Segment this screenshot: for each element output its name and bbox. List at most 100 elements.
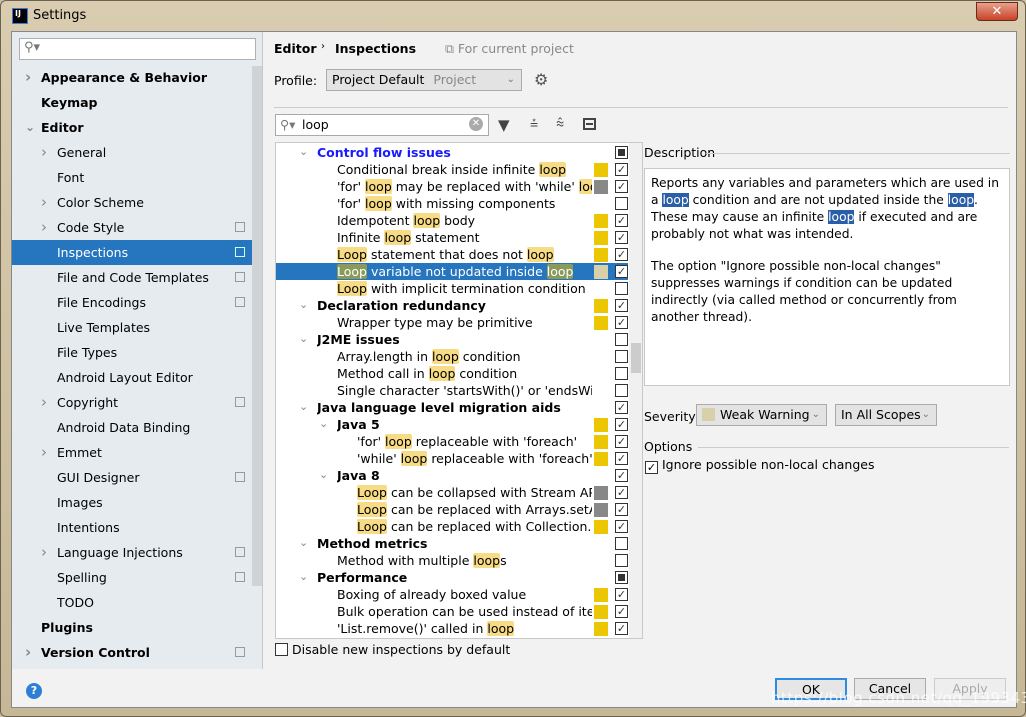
enable-checkbox[interactable]: ✓ xyxy=(615,265,628,278)
chevron-down-icon[interactable]: ⌄ xyxy=(299,398,309,415)
sidebar-item-editor[interactable]: ⌄ Editor xyxy=(12,115,252,140)
tree-row[interactable]: Array.length in loop condition xyxy=(276,348,628,365)
tree-row[interactable]: Loop can be replaced with Collection.re ✓ xyxy=(276,518,628,535)
tree-group-row[interactable]: ⌄ Java 5 ✓ xyxy=(276,416,628,433)
scope-dropdown[interactable]: In All Scopes ⌄ xyxy=(835,404,937,426)
chevron-right-icon[interactable]: › xyxy=(41,190,51,215)
tree-group-row[interactable]: ⌄ Declaration redundancy ✓ xyxy=(276,297,628,314)
tree-row[interactable]: 'for' loop with missing components xyxy=(276,195,628,212)
ignore-nonlocal-checkbox[interactable]: ✓ Ignore possible non-local changes xyxy=(645,457,874,474)
enable-checkbox[interactable]: ✓ xyxy=(615,163,628,176)
tree-row[interactable]: 'for' loop may be replaced with 'while' … xyxy=(276,178,628,195)
enable-checkbox[interactable]: ✓ xyxy=(615,299,628,312)
enable-checkbox[interactable]: ✓ xyxy=(615,231,628,244)
filter-search-input[interactable]: ⚲▾ loop ✕ xyxy=(275,114,489,136)
sidebar-item-todo[interactable]: TODO xyxy=(12,590,252,615)
close-button[interactable]: ✕ xyxy=(976,2,1018,21)
tree-row[interactable]: Loop variable not updated inside loop ✓ xyxy=(276,263,628,280)
enable-checkbox[interactable] xyxy=(615,384,628,397)
sidebar-item-language-injections[interactable]: › Language Injections xyxy=(12,540,252,565)
chevron-right-icon[interactable]: › xyxy=(41,215,51,240)
enable-checkbox[interactable]: ✓ xyxy=(615,316,628,329)
apply-button[interactable]: Apply xyxy=(934,678,1006,700)
sidebar-item-file-types[interactable]: File Types xyxy=(12,340,252,365)
tree-row[interactable]: Method with multiple loops xyxy=(276,552,628,569)
ok-button[interactable]: OK xyxy=(775,678,847,700)
chevron-down-icon[interactable]: ⌄ xyxy=(299,330,309,347)
enable-checkbox[interactable] xyxy=(615,537,628,550)
sidebar-item-general[interactable]: › General xyxy=(12,140,252,165)
tree-row[interactable]: Idempotent loop body ✓ xyxy=(276,212,628,229)
tree-row[interactable]: Bulk operation can be used instead of it… xyxy=(276,603,628,620)
chevron-right-icon[interactable]: › xyxy=(25,65,35,90)
enable-checkbox[interactable] xyxy=(615,571,628,584)
tree-row[interactable]: Loop can be replaced with Arrays.setAll(… xyxy=(276,501,628,518)
sidebar-item-code-style[interactable]: › Code Style xyxy=(12,215,252,240)
enable-checkbox[interactable]: ✓ xyxy=(615,503,628,516)
tree-row[interactable]: 'while' loop replaceable with 'foreach' ✓ xyxy=(276,450,628,467)
profile-dropdown[interactable]: Project Default Project ⌄ xyxy=(326,69,522,91)
chevron-right-icon[interactable]: › xyxy=(41,440,51,465)
severity-dropdown[interactable]: Weak Warning ⌄ xyxy=(696,404,827,426)
help-button[interactable]: ? xyxy=(26,683,42,699)
inspections-tree[interactable]: ⌄ Control flow issues Conditional break in… xyxy=(275,142,643,639)
sidebar-item-appearance-behavior[interactable]: › Appearance & Behavior xyxy=(12,65,252,90)
sidebar-item-live-templates[interactable]: Live Templates xyxy=(12,315,252,340)
sidebar-item-color-scheme[interactable]: › Color Scheme xyxy=(12,190,252,215)
sidebar-item-spelling[interactable]: Spelling xyxy=(12,565,252,590)
chevron-right-icon[interactable]: › xyxy=(41,540,51,565)
disable-new-checkbox[interactable]: Disable new inspections by default xyxy=(275,642,510,657)
tree-group-row[interactable]: ⌄ Java language level migration aids ✓ xyxy=(276,399,628,416)
enable-checkbox[interactable] xyxy=(615,554,628,567)
tree-group-row[interactable]: ⌄ Method metrics xyxy=(276,535,628,552)
filter-icon[interactable]: ▼ xyxy=(498,116,510,134)
tree-row[interactable]: Single character 'startsWith()' or 'ends… xyxy=(276,382,628,399)
sidebar-item-intentions[interactable]: Intentions xyxy=(12,515,252,540)
sidebar-item-version-control[interactable]: › Version Control xyxy=(12,640,252,665)
sidebar-search-input[interactable]: ⚲▾ xyxy=(19,38,256,60)
sidebar-item-font[interactable]: Font xyxy=(12,165,252,190)
tree-row[interactable]: Method call in loop condition xyxy=(276,365,628,382)
sidebar-item-plugins[interactable]: Plugins xyxy=(12,615,252,640)
enable-checkbox[interactable]: ✓ xyxy=(615,248,628,261)
sidebar-item-inspections[interactable]: Inspections xyxy=(12,240,252,265)
sidebar-item-emmet[interactable]: › Emmet xyxy=(12,440,252,465)
enable-checkbox[interactable]: ✓ xyxy=(615,622,628,635)
enable-checkbox[interactable] xyxy=(615,197,628,210)
reset-icon[interactable] xyxy=(583,118,596,130)
collapse-all-icon[interactable]: ⩯ xyxy=(556,116,564,132)
enable-checkbox[interactable]: ✓ xyxy=(615,214,628,227)
tree-group-row[interactable]: ⌄ Control flow issues xyxy=(276,144,628,161)
tree-group-row[interactable]: ⌄ Java 8 ✓ xyxy=(276,467,628,484)
chevron-down-icon[interactable]: ⌄ xyxy=(299,143,309,160)
enable-checkbox[interactable]: ✓ xyxy=(615,418,628,431)
breadcrumb-editor[interactable]: Editor xyxy=(274,41,317,56)
tree-row[interactable]: Loop with implicit termination condition xyxy=(276,280,628,297)
chevron-down-icon[interactable]: ⌄ xyxy=(25,115,35,140)
enable-checkbox[interactable]: ✓ xyxy=(615,180,628,193)
enable-checkbox[interactable] xyxy=(615,350,628,363)
enable-checkbox[interactable]: ✓ xyxy=(615,435,628,448)
chevron-right-icon[interactable]: › xyxy=(41,390,51,415)
tree-group-row[interactable]: ⌄ Performance xyxy=(276,569,628,586)
enable-checkbox[interactable] xyxy=(615,282,628,295)
gear-icon[interactable]: ⚙ xyxy=(534,70,548,89)
chevron-down-icon[interactable]: ⌄ xyxy=(299,568,309,585)
chevron-right-icon[interactable]: › xyxy=(41,140,51,165)
enable-checkbox[interactable] xyxy=(615,146,628,159)
sidebar-item-android-data-binding[interactable]: Android Data Binding xyxy=(12,415,252,440)
sidebar-item-keymap[interactable]: Keymap xyxy=(12,90,252,115)
sidebar-item-file-and-code-templates[interactable]: File and Code Templates xyxy=(12,265,252,290)
chevron-down-icon[interactable]: ⌄ xyxy=(319,466,329,483)
sidebar-item-images[interactable]: Images xyxy=(12,490,252,515)
enable-checkbox[interactable]: ✓ xyxy=(615,401,628,414)
sidebar-item-android-layout-editor[interactable]: Android Layout Editor xyxy=(12,365,252,390)
clear-icon[interactable]: ✕ xyxy=(469,117,483,131)
sidebar-item-copyright[interactable]: › Copyright xyxy=(12,390,252,415)
enable-checkbox[interactable]: ✓ xyxy=(615,486,628,499)
tree-row[interactable]: Boxing of already boxed value ✓ xyxy=(276,586,628,603)
chevron-down-icon[interactable]: ⌄ xyxy=(299,534,309,551)
tree-row[interactable]: Loop can be collapsed with Stream API ✓ xyxy=(276,484,628,501)
chevron-right-icon[interactable]: › xyxy=(25,640,35,665)
enable-checkbox[interactable] xyxy=(615,367,628,380)
